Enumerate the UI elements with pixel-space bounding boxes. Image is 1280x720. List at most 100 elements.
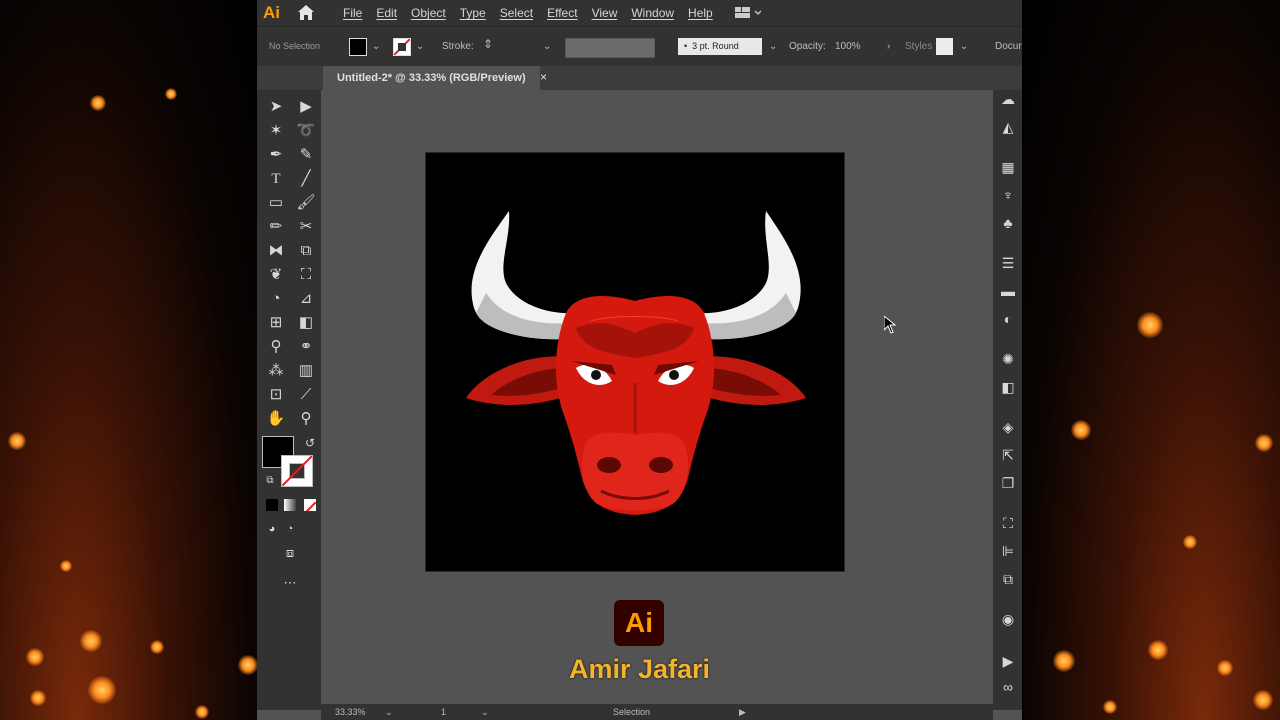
lasso-icon[interactable]: ➰ — [295, 120, 317, 142]
artboard-dropdown-icon[interactable]: ⌄ — [481, 707, 489, 718]
rectangle-icon[interactable]: ▭ — [265, 192, 287, 214]
fill-color-swatch[interactable] — [349, 38, 367, 56]
menu-object[interactable]: Object — [411, 6, 446, 20]
mouse-cursor-icon — [884, 316, 896, 334]
appearance-icon[interactable]: ✺ — [999, 350, 1017, 368]
menu-window[interactable]: Window — [631, 6, 674, 20]
rotate-icon[interactable]: ⧓ — [265, 240, 287, 262]
eyedropper-icon[interactable]: ⚲ — [265, 336, 287, 358]
brush-definition[interactable]: • 3 pt. Round — [678, 38, 762, 55]
menu-select[interactable]: Select — [500, 6, 533, 20]
menu-help[interactable]: Help — [688, 6, 713, 20]
ember — [1253, 690, 1273, 710]
actions-icon[interactable]: ▶ — [999, 652, 1017, 670]
direct-selection-tool-icon[interactable]: ▶ — [295, 96, 317, 118]
opacity-arrow-icon[interactable]: › — [887, 41, 890, 52]
blend-icon[interactable]: ⚭ — [295, 336, 317, 358]
brushes-icon[interactable]: ♆ — [999, 186, 1017, 204]
gradient-mode-icon[interactable] — [284, 499, 296, 511]
artboard-number[interactable]: 1 — [441, 707, 446, 717]
graphic-style-swatch[interactable] — [936, 38, 953, 55]
symbols-icon[interactable]: ♣ — [999, 214, 1017, 232]
shape-builder-icon[interactable]: ◔ — [265, 288, 287, 310]
graphic-styles-icon[interactable]: ◧ — [999, 378, 1017, 396]
current-tool-status[interactable]: Selection — [613, 707, 650, 717]
graph-icon[interactable]: ▥ — [295, 360, 317, 382]
slice-icon[interactable]: ⟋ — [295, 384, 317, 406]
bull-illustration[interactable] — [426, 153, 844, 571]
more-tools-icon[interactable]: ⋯ — [279, 572, 301, 594]
artboards-icon[interactable]: ❐ — [999, 474, 1017, 492]
perspective-icon[interactable]: ⊿ — [295, 288, 317, 310]
document-tab-bar: Untitled-2* @ 33.33% (RGB/Preview) × — [257, 66, 1022, 90]
swap-colors-icon[interactable]: ↺ — [299, 432, 321, 454]
pencil-icon[interactable]: ✏ — [265, 216, 287, 238]
stroke-weight-dropdown-icon[interactable]: ⌄ — [543, 41, 551, 52]
workspace-switcher-icon[interactable] — [735, 6, 761, 20]
zoom-level[interactable]: 33.33% — [335, 707, 366, 717]
magic-wand-icon[interactable]: ✶ — [265, 120, 287, 142]
draw-behind-icon[interactable]: ◔ — [279, 518, 301, 540]
ember — [30, 690, 46, 706]
stroke-dropdown-icon[interactable]: ⌄ — [416, 41, 424, 52]
pathfinder-icon[interactable]: ⧉ — [999, 570, 1017, 588]
default-colors-icon[interactable]: ⧉ — [259, 470, 281, 492]
selection-tool-icon[interactable]: ➤ — [265, 96, 287, 118]
menu-view[interactable]: View — [592, 6, 618, 20]
navigator-icon[interactable]: ◉ — [999, 610, 1017, 628]
stroke-swatch[interactable] — [281, 455, 313, 487]
variable-width-profile[interactable] — [565, 38, 655, 58]
swatches-icon[interactable]: ▦ — [999, 158, 1017, 176]
left-pupil — [591, 370, 601, 380]
app-logo: Ai — [263, 3, 280, 22]
links-icon[interactable]: ∞ — [999, 678, 1017, 696]
hand-icon[interactable]: ✋ — [265, 408, 287, 430]
transform-icon[interactable]: ⛶ — [999, 514, 1017, 532]
curvature-icon[interactable]: ✎ — [295, 144, 317, 166]
menu-type[interactable]: Type — [460, 6, 486, 20]
ember — [238, 655, 257, 675]
free-transform-icon[interactable]: ⛶ — [295, 264, 317, 286]
none-mode-icon[interactable] — [304, 499, 316, 511]
opacity-label[interactable]: Opacity: — [789, 41, 826, 52]
paintbrush-icon[interactable]: 🖌 — [295, 192, 317, 214]
document-setup-button[interactable]: Docum — [995, 41, 1022, 52]
scale-icon[interactable]: ⧉ — [295, 240, 317, 262]
close-icon[interactable]: × — [540, 70, 547, 84]
align-icon[interactable]: ⊫ — [999, 542, 1017, 560]
fill-dropdown-icon[interactable]: ⌄ — [372, 41, 380, 52]
brush-dropdown-icon[interactable]: ⌄ — [769, 41, 777, 52]
pen-icon[interactable]: ✒ — [265, 144, 287, 166]
menu-effect[interactable]: Effect — [547, 6, 577, 20]
opacity-value[interactable]: 100% — [835, 41, 861, 52]
line-icon[interactable]: ╱ — [295, 168, 317, 190]
type-icon[interactable]: T — [265, 168, 287, 190]
tab-document[interactable]: Untitled-2* @ 33.33% (RGB/Preview) — [323, 66, 540, 90]
warp-icon[interactable]: ❦ — [265, 264, 287, 286]
stroke-weight-stepper[interactable]: ⇕ — [483, 37, 493, 51]
menu-file[interactable]: File — [343, 6, 362, 20]
ember — [60, 560, 72, 572]
layers-icon[interactable]: ◈ — [999, 418, 1017, 436]
export-icon[interactable]: ⇱ — [999, 446, 1017, 464]
color-mode-icon[interactable] — [266, 499, 278, 511]
gradient-panel-icon[interactable]: ▬ — [999, 282, 1017, 300]
styles-dropdown-icon[interactable]: ⌄ — [960, 41, 968, 52]
home-icon[interactable] — [297, 4, 315, 21]
artboard-icon[interactable]: ⊡ — [265, 384, 287, 406]
zoom-icon[interactable]: ⚲ — [295, 408, 317, 430]
properties-icon[interactable]: ◭ — [999, 118, 1017, 136]
gradient-icon[interactable]: ◧ — [295, 312, 317, 334]
menu-edit[interactable]: Edit — [376, 6, 397, 20]
libraries-icon[interactable]: ☁ — [999, 90, 1017, 108]
stroke-color-swatch[interactable] — [393, 38, 411, 56]
stroke-panel-icon[interactable]: ☰ — [999, 254, 1017, 272]
mesh-icon[interactable]: ⊞ — [265, 312, 287, 334]
transparency-icon[interactable]: ◐ — [999, 310, 1017, 328]
symbol-sprayer-icon[interactable]: ⁂ — [265, 360, 287, 382]
zoom-dropdown-icon[interactable]: ⌄ — [385, 707, 393, 718]
scissors-icon[interactable]: ✂ — [295, 216, 317, 238]
screen-mode-icon[interactable]: ⧈ — [279, 542, 301, 564]
artboard[interactable] — [426, 153, 844, 571]
status-arrow-icon[interactable]: ▶ — [739, 707, 746, 718]
